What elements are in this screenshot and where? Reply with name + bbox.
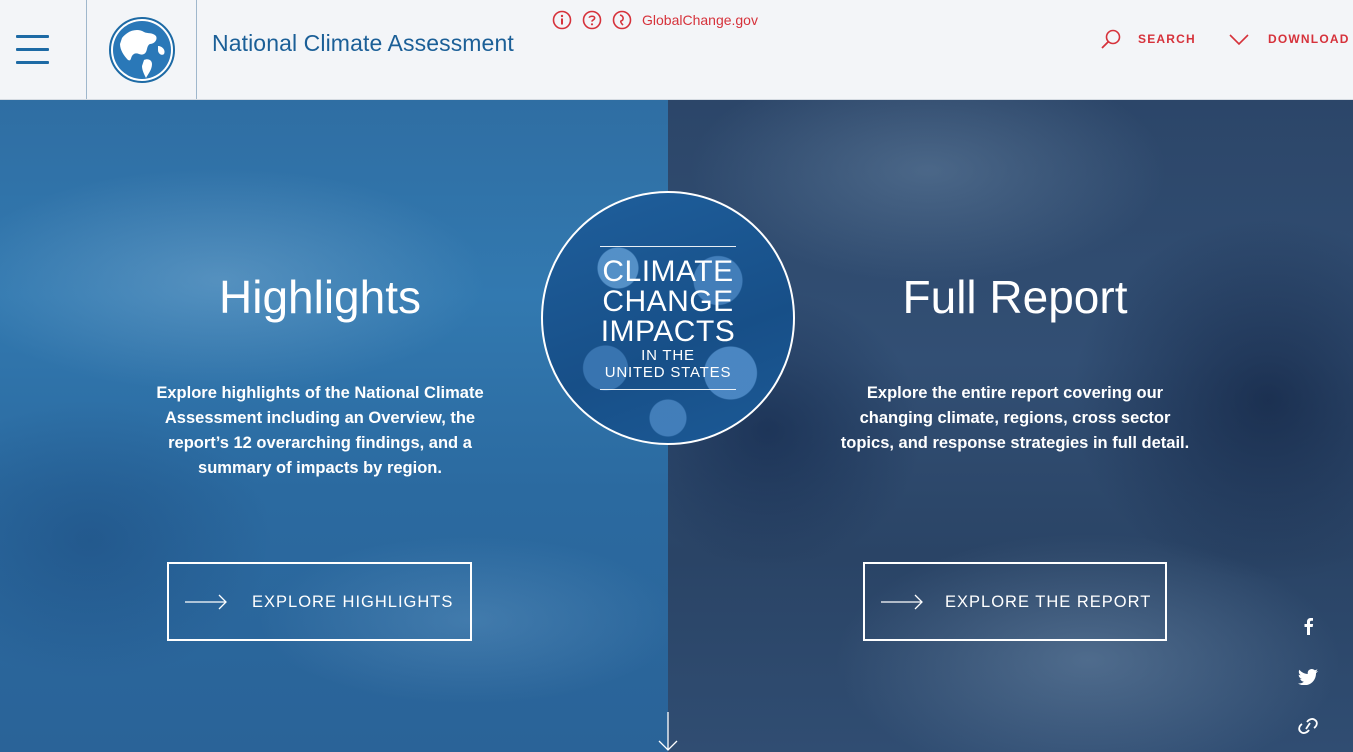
report-cover-badge[interactable]: CLIMATE CHANGE IMPACTS IN THE UNITED STA… [541,191,795,445]
globe-logo[interactable] [86,0,197,99]
highlights-description: Explore highlights of the National Clima… [156,384,484,477]
search-label: SEARCH [1138,32,1196,46]
info-icon[interactable] [552,10,572,30]
badge-line: UNITED STATES [604,364,732,381]
search-icon [1101,29,1121,49]
explore-report-button[interactable]: EXPLORE THE REPORT [863,562,1167,641]
full-report-description: Explore the entire report covering our c… [840,384,1190,452]
arrow-right-icon [185,594,227,610]
globe-icon [108,16,175,83]
menu-button[interactable] [0,0,87,99]
badge-line: CHANGE [602,285,734,318]
globalchange-icon[interactable] [612,10,632,30]
search-button[interactable]: SEARCH [1100,28,1196,50]
download-button[interactable]: DOWNLOAD [1228,32,1350,46]
hero: Highlights Explore highlights of the Nat… [0,100,1353,752]
hamburger-line [16,48,49,51]
facebook-icon [1304,618,1314,635]
badge-line: IN THE [641,347,695,364]
badge-text: CLIMATE CHANGE IMPACTS IN THE UNITED STA… [543,193,793,443]
explore-highlights-button[interactable]: EXPLORE HIGHLIGHTS [167,562,472,641]
site-title[interactable]: National Climate Assessment [212,30,514,57]
site-header: National Climate Assessment GlobalChange… [0,0,1353,100]
arrow-right-icon [881,594,923,610]
globalchange-link[interactable]: GlobalChange.gov [642,12,758,28]
twitter-icon [1298,669,1318,685]
download-label: DOWNLOAD [1268,32,1350,46]
badge-line: CLIMATE [602,255,734,288]
badge-line: IMPACTS [600,315,736,348]
scroll-down-arrow-icon[interactable] [656,712,680,752]
utility-links: GlobalChange.gov [552,10,758,30]
twitter-share[interactable] [1296,665,1320,689]
full-report-title: Full Report [902,271,1128,323]
explore-report-label: EXPLORE THE REPORT [945,593,1152,611]
hamburger-line [16,61,49,64]
facebook-share[interactable] [1296,614,1320,638]
badge-rule [600,246,736,247]
chevron-down-icon [1229,34,1249,46]
highlights-title: Highlights [219,271,421,323]
link-share[interactable] [1296,714,1320,738]
help-icon[interactable] [582,10,602,30]
badge-rule [600,389,736,390]
explore-highlights-label: EXPLORE HIGHLIGHTS [252,593,454,611]
link-icon [1298,718,1318,734]
hamburger-line [16,35,49,38]
